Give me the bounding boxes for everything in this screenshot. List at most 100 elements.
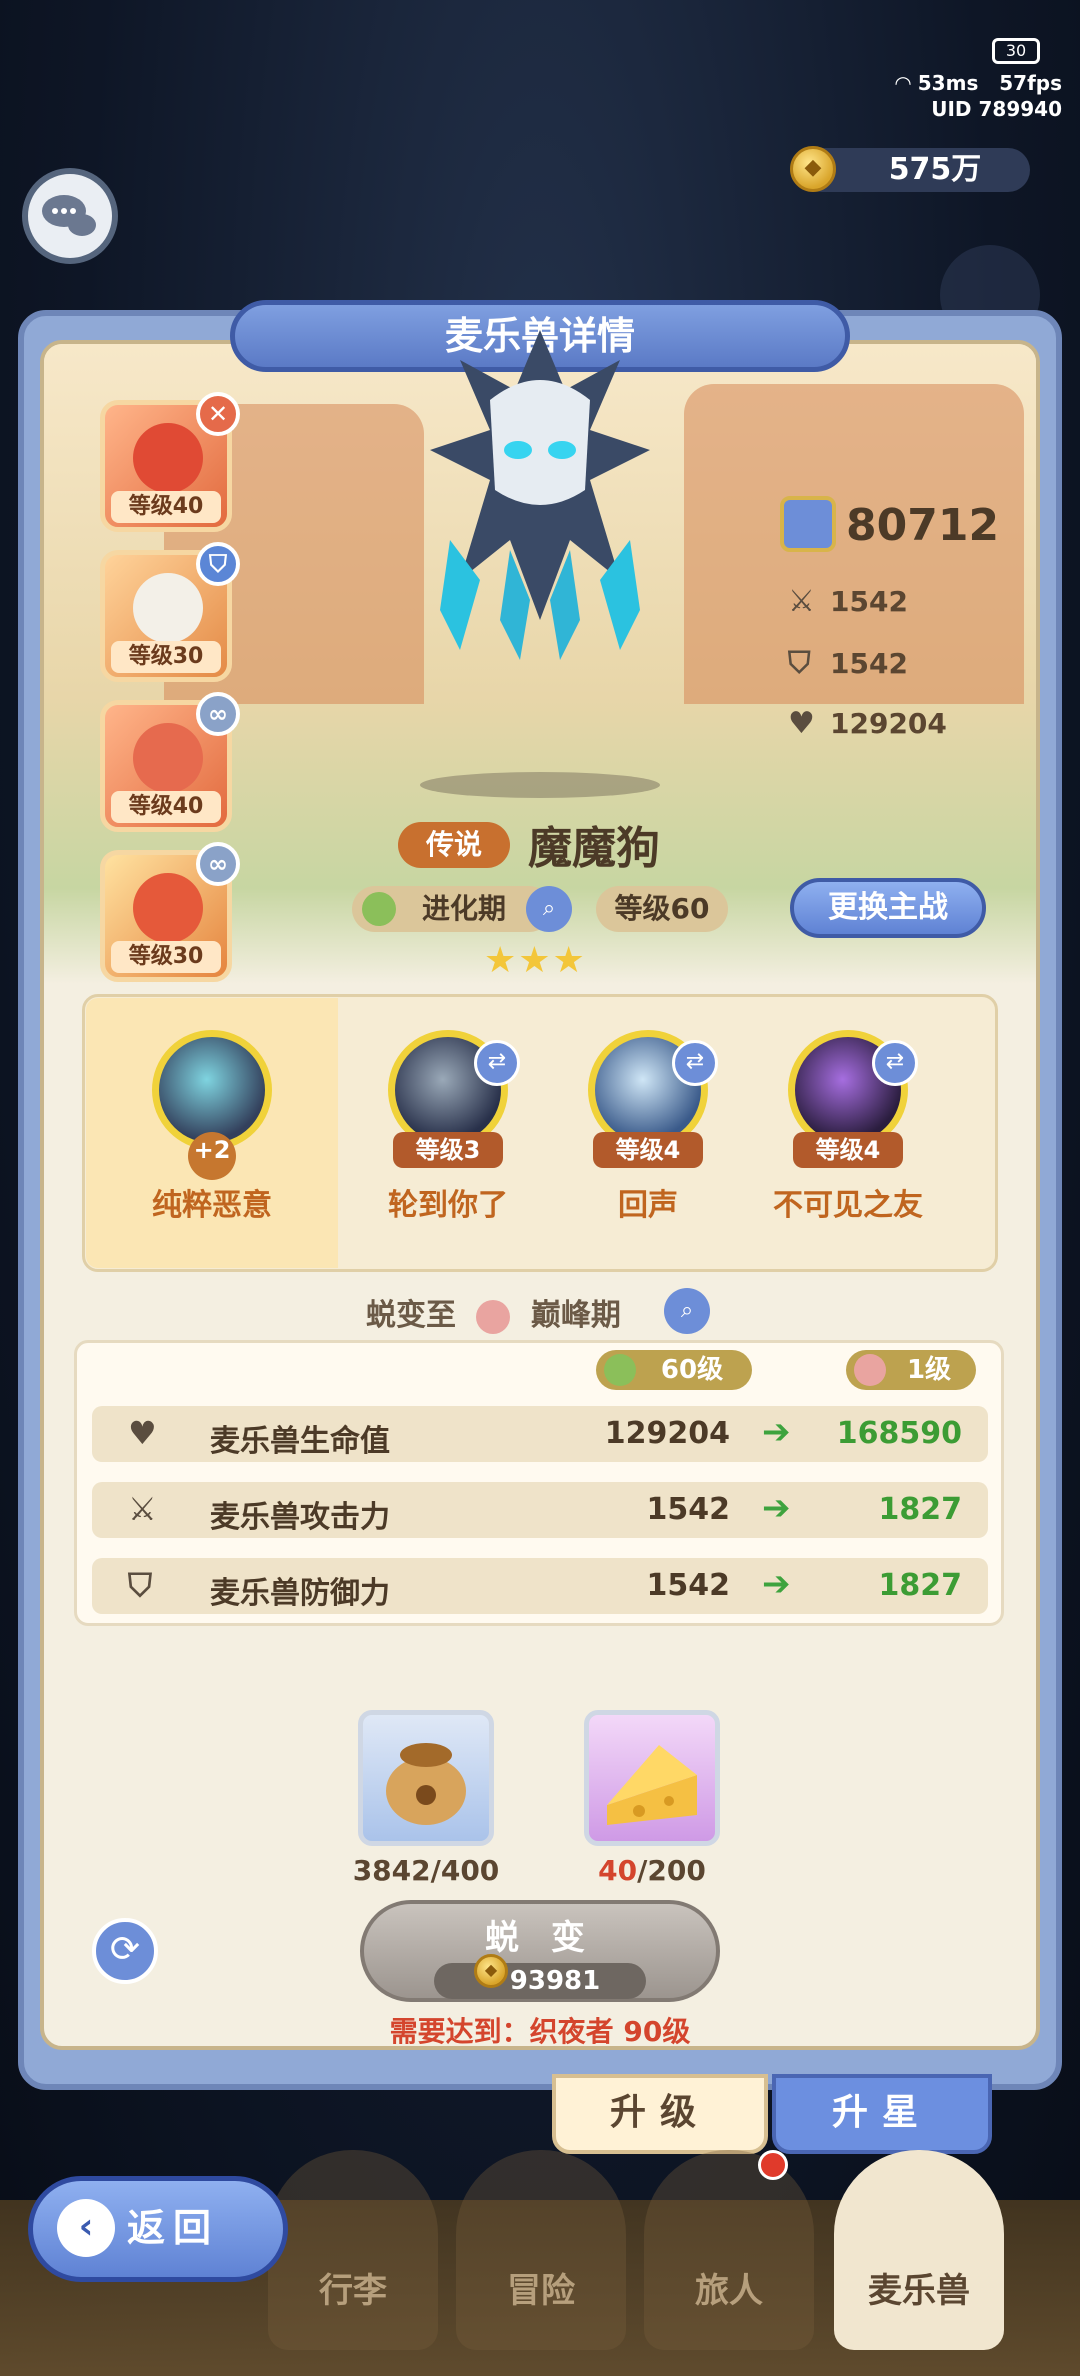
evo-skill-name: 纯粹恶意 [152,1188,272,1223]
nav-label: 麦乐兽 [868,2271,970,2311]
defense-stat: ⛉ 1542 [788,646,908,681]
metamorph-cost: 93981 [434,1963,646,1999]
swap-icon[interactable]: ⇄ [474,1040,520,1086]
swords-icon: ⚔ [128,1490,157,1528]
rarity-badge: 传说 [398,822,510,868]
creature-shadow [420,772,660,798]
battery-indicator: 30 [992,38,1040,64]
cheese-item[interactable] [584,1710,720,1846]
heart-icon: ♥ [128,1414,157,1452]
metamorph-prefix: 蜕变至 [366,1298,456,1333]
level-pill: 等级60 [596,886,728,932]
skill-art [133,723,203,793]
back-button[interactable]: ‹ 返回 [28,2176,288,2282]
evo-skill-level: 等级4 [793,1132,903,1168]
network-status: ◠ 53ms 57fps UID 789940 [895,70,1062,122]
compare-new: 168590 [836,1416,962,1451]
evo-skill-3[interactable]: 等级4 回声 [548,1030,748,1224]
hp-value: 129204 [830,707,947,740]
arrow-right-icon: ➔ [762,1564,791,1604]
coin-icon: ◆ [790,146,836,192]
compare-new: 1827 [878,1492,963,1527]
arrow-right-icon: ➔ [762,1412,791,1452]
change-main-button[interactable]: 更换主战 [790,878,986,938]
nav-item-adventure[interactable]: 冒险 [456,2150,626,2350]
shield-badge-icon: ⛉ [196,542,240,586]
nav-item-traveler[interactable]: 旅人 [644,2150,814,2350]
stage-label: 进化期 [421,892,506,925]
creature-image [430,330,650,660]
requirement-text: 需要达到：织夜者 90级 [389,2015,691,2048]
swords-icon: ⚔ [788,584,815,619]
evo-skill-name: 不可见之友 [773,1188,923,1223]
evo-skill-level: +2 [188,1132,236,1180]
compare-label: 麦乐兽防御力 [210,1576,390,1611]
nav-label: 冒险 [507,2271,575,2311]
hp-stat: ♥ 129204 [788,706,947,741]
fps-text: 57fps [999,71,1062,95]
power-value: 80712 [846,500,1000,551]
food-bag-count: 3842/400 [352,1854,500,1887]
shield-icon: ⛉ [128,1566,153,1604]
coin-amount: 575万 [888,152,982,187]
evo-skill-level: 等级3 [393,1132,503,1168]
shield-icon: ⛉ [788,646,811,681]
metamorph-zoom-icon[interactable]: ⌕ [664,1288,710,1334]
evo-skill-4[interactable]: 等级4 不可见之友 [748,1030,948,1224]
compare-row-hp: ♥ 麦乐兽生命值 129204 ➔ 168590 [92,1406,988,1462]
nav-label: 行李 [319,2271,387,2311]
chat-bubbles-icon [42,195,96,236]
link-badge-icon: ∞ [196,842,240,886]
cheese-have: 40 [598,1854,638,1887]
food-bag-icon [386,1743,466,1825]
metamorph-title: 蜕变至 巅峰期 [366,1290,621,1334]
evolve-stage-icon [604,1354,636,1386]
compare-label: 麦乐兽生命值 [210,1424,390,1459]
metamorph-button[interactable]: 蜕 变 93981 [360,1900,720,2002]
compare-old: 1542 [646,1568,731,1603]
skill-level: 等级40 [111,791,221,823]
ping-text: 53ms [917,71,979,95]
chat-button[interactable] [22,168,118,264]
skill-level: 等级40 [111,491,221,523]
evo-skill-name: 轮到你了 [388,1188,508,1223]
star-rating: ★★★ [484,940,587,981]
tab-star-up[interactable]: 升星 [772,2074,992,2154]
nav-item-bag[interactable]: 行李 [268,2150,438,2350]
compare-row-attack: ⚔ 麦乐兽攻击力 1542 ➔ 1827 [92,1482,988,1538]
cheese-icon [607,1745,697,1825]
arrow-right-icon: ➔ [762,1488,791,1528]
compare-old: 1542 [646,1492,731,1527]
attack-stat: ⚔ 1542 [788,584,908,619]
attack-value: 1542 [830,585,908,618]
tab-upgrade[interactable]: 升级 [552,2074,768,2154]
swap-icon[interactable]: ⇄ [672,1040,718,1086]
link-badge-icon: ∞ [196,692,240,736]
food-bag-item[interactable] [358,1710,494,1846]
compare-row-defense: ⛉ 麦乐兽防御力 1542 ➔ 1827 [92,1558,988,1614]
metamorph-button-label: 蜕 变 [485,1918,595,1958]
evo-skill-level: 等级4 [593,1132,703,1168]
back-label: 返回 [127,2206,220,2250]
evo-skill-1[interactable]: +2 纯粹恶意 [112,1030,312,1224]
coin-icon: ◆ [474,1954,508,1988]
skill-art [133,573,203,643]
cheese-count: 40/200 [572,1854,732,1887]
refresh-icon[interactable]: ⟳ [92,1918,158,1984]
defense-value: 1542 [830,647,908,680]
stage-zoom-icon[interactable]: ⌕ [526,886,572,932]
notification-dot [758,2150,788,2180]
compare-old: 129204 [604,1416,730,1451]
power-icon [780,496,836,552]
skill-art [133,423,203,493]
swap-icon[interactable]: ⇄ [872,1040,918,1086]
metamorph-cost-value: 93981 [509,1966,601,1996]
evo-skill-name: 回声 [618,1188,678,1223]
nav-label: 旅人 [695,2271,763,2311]
pet-name: 魔魔狗 [528,823,660,874]
nav-item-pets[interactable]: 麦乐兽 [834,2150,1004,2350]
skill-art [133,873,203,943]
compare-new: 1827 [878,1568,963,1603]
uid-text: UID 789940 [931,97,1062,121]
compare-label: 麦乐兽攻击力 [210,1500,390,1535]
